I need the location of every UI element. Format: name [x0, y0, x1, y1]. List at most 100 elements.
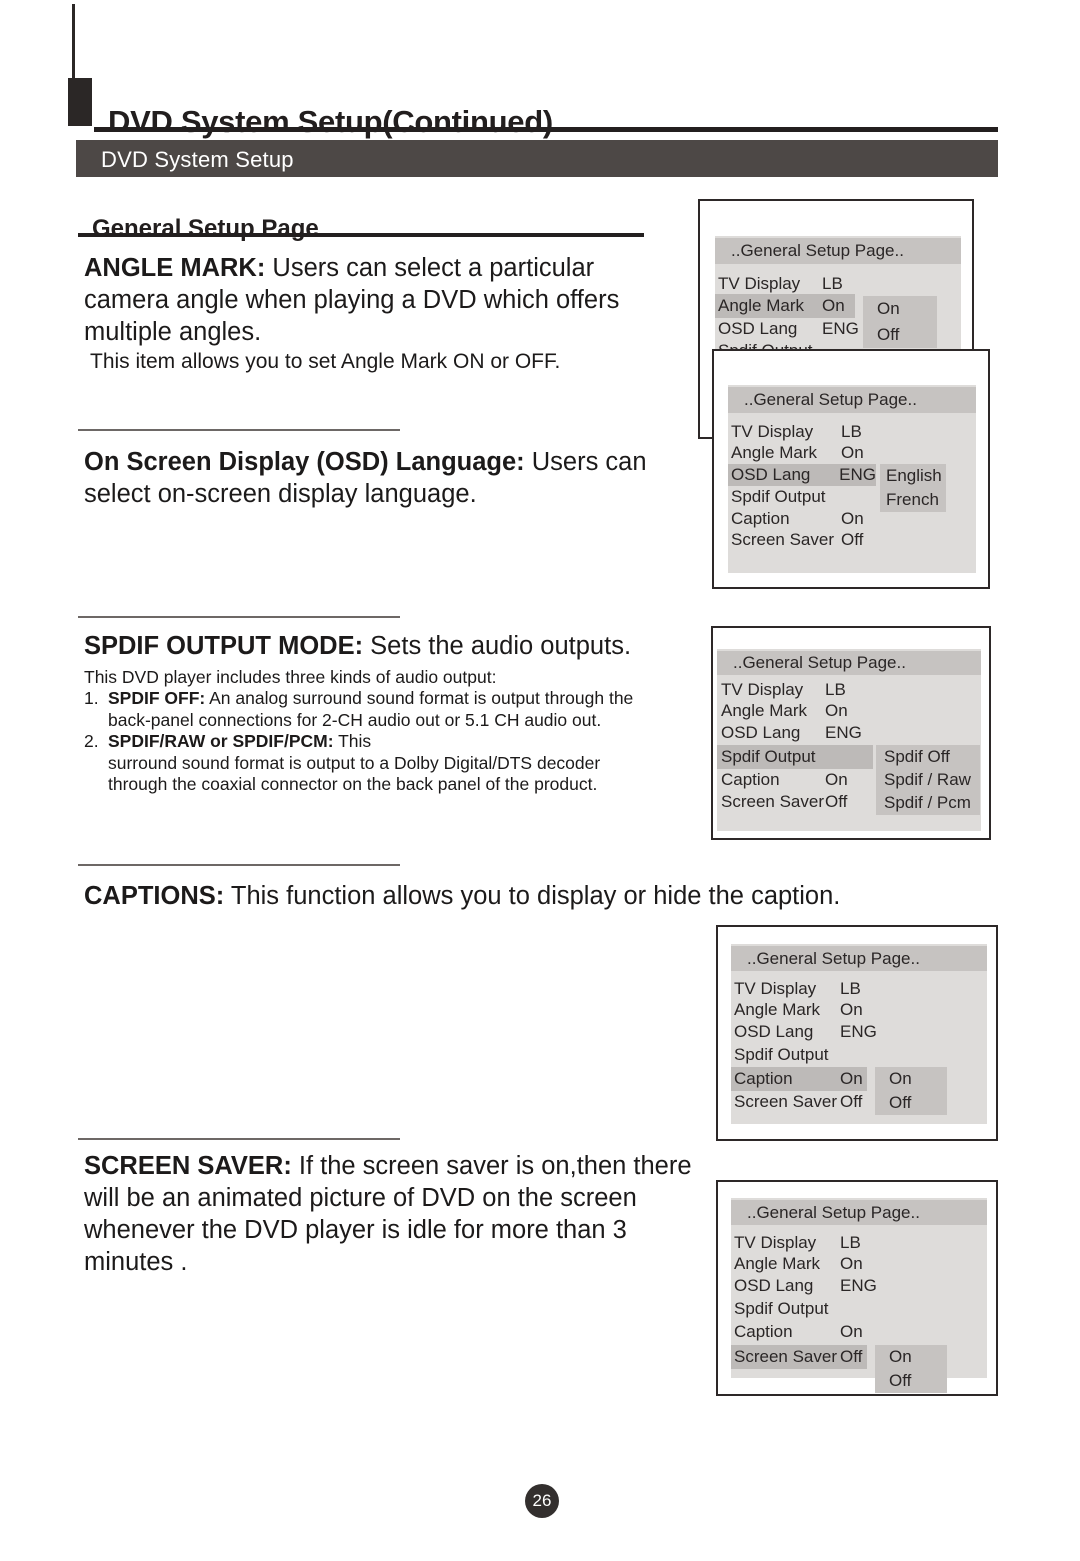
- osd-row-osd-lang-2[interactable]: OSD Lang ENG: [728, 464, 876, 486]
- osd-language-term: On Screen Display (OSD) Language:: [84, 448, 525, 476]
- osd-row-spdif-output-5[interactable]: Spdif Output: [734, 1298, 904, 1320]
- osd-title-osd-lang: ..General Setup Page..: [728, 387, 976, 413]
- osd-language-paragraph: On Screen Display (OSD) Language: Users …: [84, 446, 674, 510]
- spdif-item-2-text: SPDIF/RAW or SPDIF/PCM: This: [108, 731, 724, 753]
- osd-popup-caption: On Off: [875, 1067, 947, 1115]
- osd-row-angle-mark-3[interactable]: Angle Mark On: [721, 700, 891, 722]
- osd-value-caption: On: [840, 1322, 863, 1341]
- osd-popup-item-angle-mark-on[interactable]: On: [863, 296, 937, 322]
- osd-value-tv-display: LB: [825, 680, 846, 699]
- osd-row-caption-2[interactable]: Caption On: [731, 508, 901, 530]
- page-title: DVD System Setup(Continued): [108, 103, 553, 139]
- osd-label-osd-lang: OSD Lang: [731, 465, 811, 484]
- osd-row-screen-saver-5[interactable]: Screen Saver Off: [731, 1345, 867, 1369]
- osd-row-tv-display-5[interactable]: TV Display LB: [734, 1232, 904, 1254]
- separator-spdif: [78, 616, 400, 618]
- separator-osd-language: [78, 429, 400, 431]
- osd-row-screen-saver-3[interactable]: Screen Saver Off: [721, 791, 901, 813]
- osd-label-caption: Caption: [734, 1322, 793, 1341]
- osd-label-angle-mark: Angle Mark: [721, 701, 807, 720]
- osd-label-tv-display: TV Display: [734, 979, 817, 998]
- captions-paragraph: CAPTIONS: This function allows you to di…: [84, 880, 964, 912]
- osd-value-screen-saver: Off: [840, 1347, 863, 1366]
- spdif-item-2-term: SPDIF/RAW or SPDIF/PCM:: [108, 731, 334, 751]
- osd-label-osd-lang: OSD Lang: [734, 1276, 814, 1295]
- osd-popup-osd-lang: English French: [880, 464, 946, 512]
- osd-value-osd-lang: ENG: [840, 1276, 877, 1295]
- osd-row-angle-mark-1[interactable]: Angle Mark On: [715, 294, 855, 318]
- osd-label-tv-display: TV Display: [718, 274, 801, 293]
- osd-value-osd-lang: ENG: [825, 723, 862, 742]
- osd-row-osd-lang-1[interactable]: OSD Lang ENG: [718, 317, 878, 341]
- osd-row-angle-mark-5[interactable]: Angle Mark On: [734, 1253, 904, 1275]
- osd-popup-item-spdif-raw[interactable]: Spdif / Raw: [876, 768, 980, 791]
- osd-popup-item-spdif-off[interactable]: Spdif Off: [876, 745, 980, 768]
- osd-row-osd-lang-4[interactable]: OSD Lang ENG: [734, 1021, 904, 1043]
- osd-label-angle-mark: Angle Mark: [718, 296, 804, 315]
- osd-popup-item-screen-saver-off[interactable]: Off: [875, 1369, 947, 1393]
- osd-row-tv-display-1[interactable]: TV Display LB: [718, 272, 878, 296]
- separator-screen-saver: [78, 1138, 400, 1140]
- osd-value-caption: On: [840, 1069, 863, 1088]
- osd-popup-item-caption-on[interactable]: On: [875, 1067, 947, 1091]
- spdif-item-2-body: This: [333, 731, 372, 751]
- osd-value-tv-display: LB: [840, 1233, 861, 1252]
- osd-label-tv-display: TV Display: [734, 1233, 817, 1252]
- osd-value-angle-mark: On: [841, 443, 864, 462]
- spdif-item-2-continuation-2: through the coaxial connector on the bac…: [108, 774, 598, 794]
- osd-row-tv-display-3[interactable]: TV Display LB: [721, 679, 891, 701]
- osd-title-spdif-output: ..General Setup Page..: [717, 651, 981, 675]
- osd-row-angle-mark-2[interactable]: Angle Mark On: [731, 442, 901, 464]
- spdif-item-1-first-line: 1. SPDIF OFF: An analog surround sound f…: [84, 688, 724, 710]
- osd-value-screen-saver: Off: [841, 530, 864, 549]
- osd-popup-item-language-english[interactable]: English: [880, 464, 946, 488]
- screen-saver-paragraph: SCREEN SAVER: If the screen saver is on,…: [84, 1150, 714, 1278]
- osd-row-osd-lang-5[interactable]: OSD Lang ENG: [734, 1275, 904, 1297]
- osd-label-caption: Caption: [721, 770, 780, 789]
- osd-popup-item-screen-saver-on[interactable]: On: [875, 1345, 947, 1369]
- osd-popup-screen-saver: On Off: [875, 1345, 947, 1393]
- osd-value-tv-display: LB: [822, 274, 843, 293]
- spdif-intro: This DVD player includes three kinds of …: [84, 667, 497, 687]
- angle-mark-note: This item allows you to set Angle Mark O…: [90, 350, 561, 373]
- osd-row-tv-display-4[interactable]: TV Display LB: [734, 978, 904, 1000]
- osd-popup-item-language-french[interactable]: French: [880, 488, 946, 512]
- spdif-item-2: 2. SPDIF/RAW or SPDIF/PCM: This surround…: [84, 731, 724, 796]
- osd-label-osd-lang: OSD Lang: [721, 723, 801, 742]
- page-number-badge: 26: [525, 1484, 559, 1518]
- sub-heading-underline: [78, 233, 644, 237]
- osd-value-caption: On: [825, 770, 848, 789]
- osd-value-screen-saver: Off: [840, 1092, 863, 1111]
- osd-value-caption: On: [841, 509, 864, 528]
- angle-mark-term: ANGLE MARK:: [84, 254, 266, 282]
- spdif-item-2-first-line: 2. SPDIF/RAW or SPDIF/PCM: This: [84, 731, 724, 753]
- spdif-item-1-text: SPDIF OFF: An analog surround sound form…: [108, 688, 724, 710]
- corner-accent-line: [72, 4, 75, 78]
- osd-title-screen-saver: ..General Setup Page..: [731, 1200, 987, 1225]
- osd-row-spdif-output-3[interactable]: Spdif Output: [717, 745, 873, 769]
- osd-row-screen-saver-2[interactable]: Screen Saver Off: [731, 529, 911, 551]
- spdif-item-2-continuation: surround sound format is output to a Dol…: [108, 752, 601, 773]
- corner-accent-block: [68, 78, 92, 126]
- osd-popup-item-spdif-pcm[interactable]: Spdif / Pcm: [876, 791, 980, 814]
- osd-label-spdif-output: Spdif Output: [731, 487, 826, 506]
- osd-label-angle-mark: Angle Mark: [734, 1254, 820, 1273]
- osd-popup-spdif-output: Spdif Off Spdif / Raw Spdif / Pcm: [876, 745, 980, 815]
- osd-value-screen-saver: Off: [825, 792, 848, 811]
- osd-value-osd-lang: ENG: [822, 319, 859, 338]
- osd-popup-item-angle-mark-off[interactable]: Off: [863, 322, 937, 348]
- osd-label-angle-mark: Angle Mark: [731, 443, 817, 462]
- spdif-item-1-body: An analog surround sound format is outpu…: [205, 688, 634, 708]
- spdif-body: Sets the audio outputs.: [363, 632, 632, 660]
- osd-label-screen-saver: Screen Saver: [721, 792, 824, 811]
- osd-row-tv-display-2[interactable]: TV Display LB: [731, 421, 901, 443]
- osd-popup-item-caption-off[interactable]: Off: [875, 1091, 947, 1115]
- osd-row-caption-3[interactable]: Caption On: [721, 769, 891, 791]
- osd-row-caption-4[interactable]: Caption On: [731, 1067, 867, 1091]
- osd-row-osd-lang-3[interactable]: OSD Lang ENG: [721, 722, 891, 744]
- osd-row-spdif-output-4[interactable]: Spdif Output: [734, 1044, 904, 1066]
- osd-row-spdif-output-2[interactable]: Spdif Output: [731, 486, 901, 508]
- osd-row-angle-mark-4[interactable]: Angle Mark On: [734, 999, 904, 1021]
- osd-row-caption-5[interactable]: Caption On: [734, 1321, 904, 1343]
- osd-value-angle-mark: On: [840, 1000, 863, 1019]
